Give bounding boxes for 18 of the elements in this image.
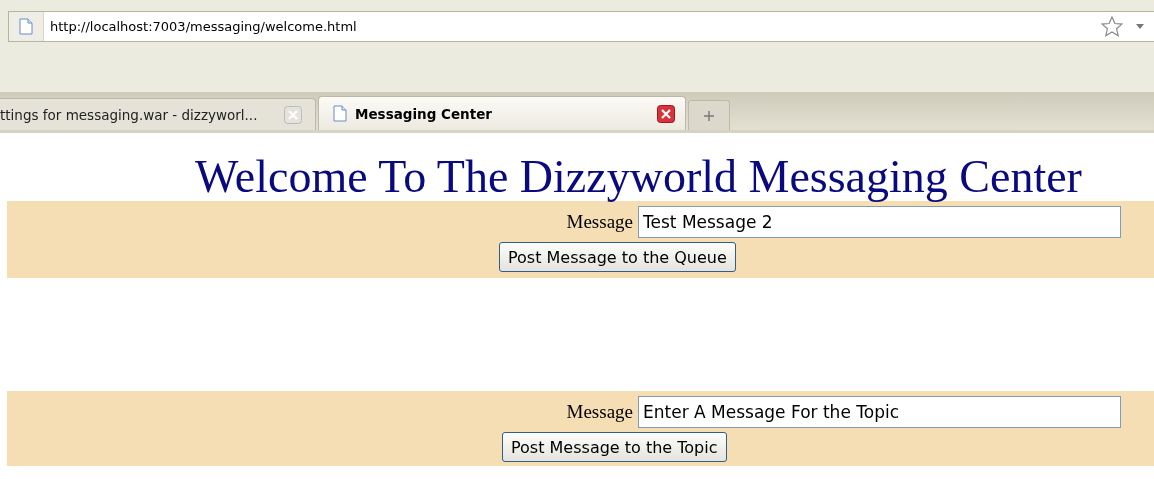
page-heading: Welcome To The Dizzyworld Messaging Center [194, 150, 1083, 201]
browser-tab[interactable]: Messaging Center [318, 96, 686, 130]
field-label: Message [566, 211, 633, 233]
post-button[interactable]: Post Message to the Queue [499, 242, 736, 272]
url-text: http://localhost:7003/messaging/welcome.html [50, 19, 358, 34]
post-button[interactable]: Post Message to the Topic [502, 432, 727, 462]
message-field[interactable]: Enter A Message For the Topic [638, 396, 1121, 428]
page-icon [19, 18, 33, 35]
message-field[interactable]: Test Message 2 [638, 206, 1121, 238]
page-icon [333, 105, 347, 122]
plus-icon [704, 110, 714, 121]
new-tab-button[interactable] [688, 100, 730, 130]
field-label: Message [566, 401, 633, 423]
browser-tab[interactable]: ttings for messaging.war - dizzyworl... [0, 98, 316, 130]
address-bar[interactable]: http://localhost:7003/messaging/welcome.html [8, 11, 1154, 42]
dropdown-caret-icon[interactable] [1136, 24, 1144, 29]
close-icon[interactable] [657, 104, 675, 123]
star-icon[interactable] [1100, 14, 1124, 39]
